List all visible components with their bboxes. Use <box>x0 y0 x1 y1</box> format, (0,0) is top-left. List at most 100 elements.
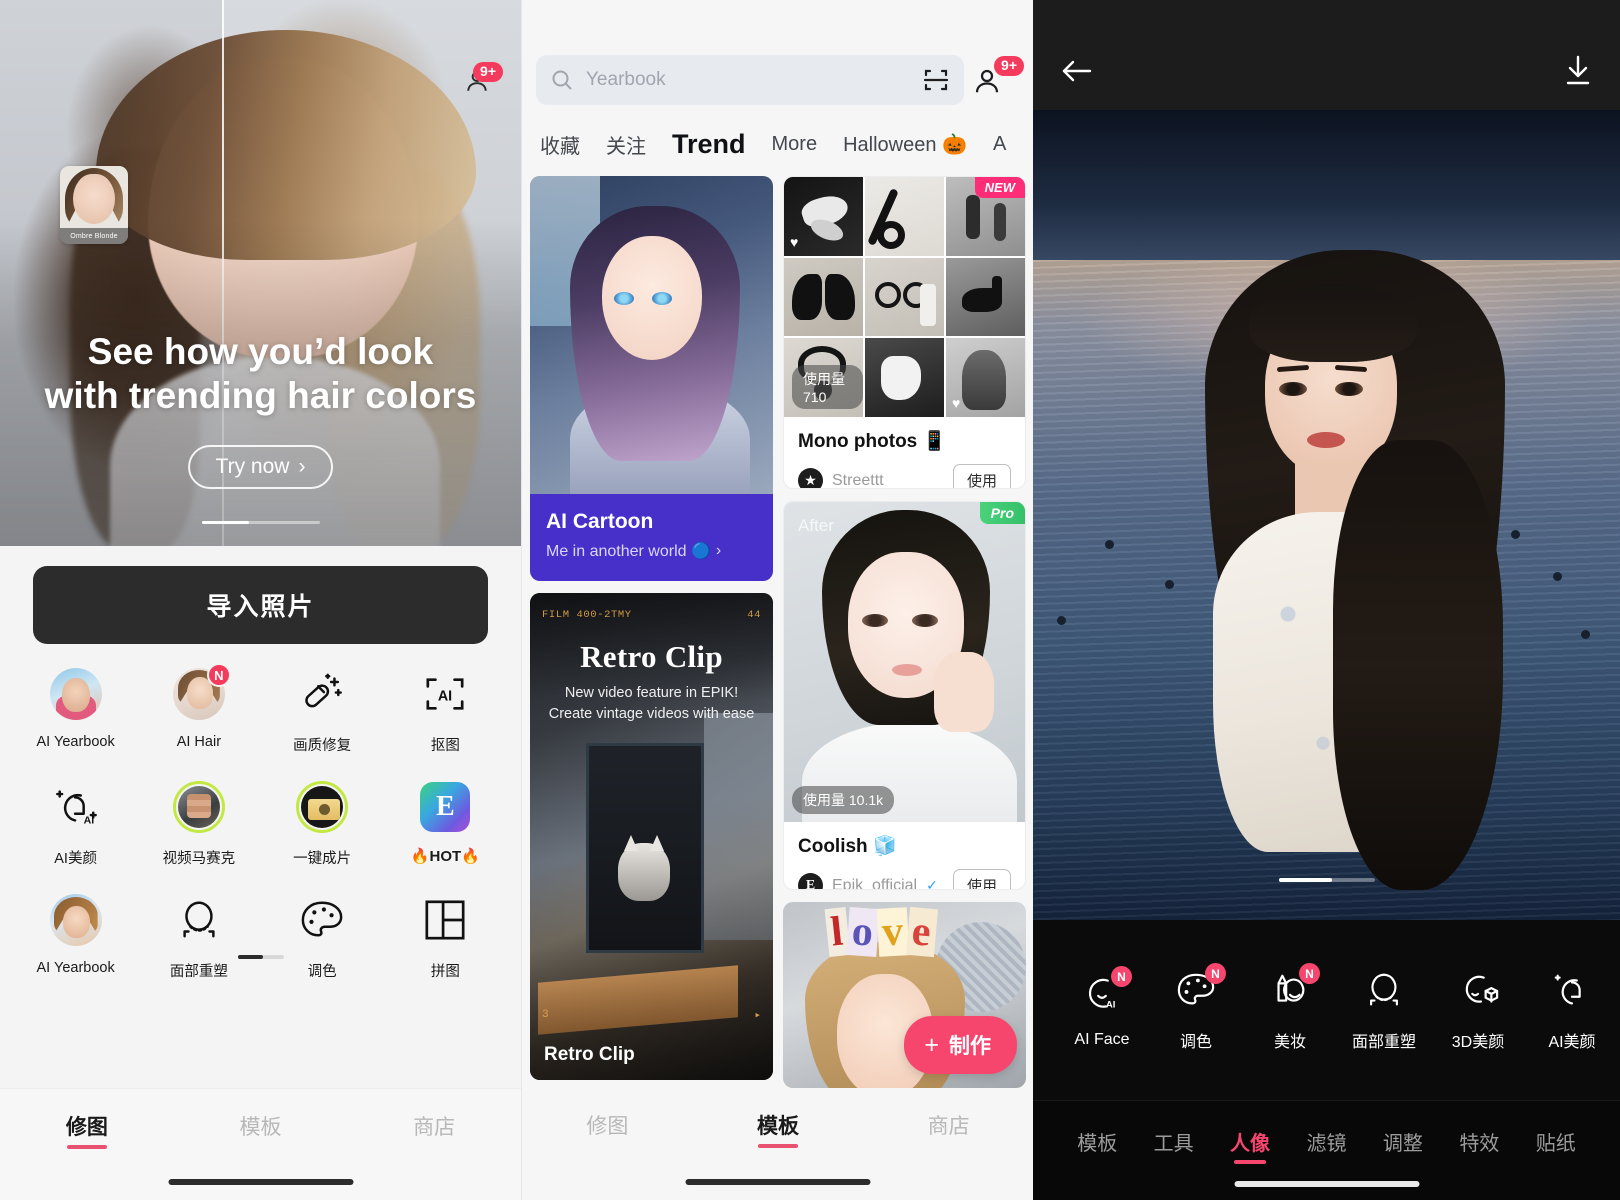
tool-color-grading[interactable]: 调色 <box>261 892 384 981</box>
tool-face-reshape[interactable]: 面部重塑 <box>137 892 260 981</box>
tool-label: AI美颜 <box>1548 1034 1596 1051</box>
card-coolish[interactable]: Pro After 使用量 10.1k Coolish 🧊 E Epik_off… <box>783 501 1026 890</box>
profile-button[interactable]: 9+ <box>968 56 1024 102</box>
use-template-button[interactable]: 使用 <box>952 464 1011 489</box>
tool-face-reshape[interactable]: 面部重塑 <box>1337 968 1431 1052</box>
search-input[interactable]: Yearbook <box>536 55 964 105</box>
tab-favorites[interactable]: 收藏 <box>540 130 580 159</box>
palette-icon <box>294 892 350 948</box>
try-now-label: Try now <box>215 455 290 478</box>
thumbnail-face <box>73 174 115 224</box>
tab-halloween[interactable]: Halloween 🎃 <box>843 132 967 157</box>
palette-icon: N <box>1173 963 1226 1014</box>
tab-label: 商店 <box>927 1115 970 1138</box>
hero-banner[interactable]: Ombre Blonde 9+ See how you’d look with … <box>0 0 521 546</box>
thumbnail-caption: Ombre Blonde <box>60 228 128 244</box>
download-icon[interactable] <box>1562 54 1594 88</box>
film-strip-labels: FILM 400-2TMY 44 <box>542 609 761 621</box>
editor-tool-strip[interactable]: AI N AI Face N 调色 N 美妆 面部重塑 3D美颜 AI美颜 <box>1033 920 1620 1100</box>
card-subtitle-text: Me in another world 🔵 <box>546 543 711 560</box>
tool-one-tap-video[interactable]: 一键成片 <box>261 779 384 868</box>
avatar-photo-icon <box>48 892 104 948</box>
create-template-button[interactable]: + 制作 <box>904 1016 1017 1074</box>
pro-badge: Pro <box>979 502 1025 525</box>
arrow-left-icon[interactable] <box>1059 56 1095 86</box>
tool-label: 面部重塑 <box>169 964 228 980</box>
tab-following[interactable]: 关注 <box>606 130 646 159</box>
tool-label: 一键成片 <box>293 851 352 867</box>
search-placeholder: Yearbook <box>586 69 666 90</box>
avatar-photo-icon <box>48 666 104 722</box>
bottom-tab-store[interactable]: 商店 <box>347 1111 521 1141</box>
card-meta: Mono photos 📱 ★ Streettt 使用 <box>784 417 1025 489</box>
import-photo-button[interactable]: 导入照片 <box>33 566 488 644</box>
bottom-tab-templates[interactable]: 模板 <box>174 1111 348 1141</box>
tab-trend[interactable]: Trend <box>672 129 746 160</box>
card-retro-clip[interactable]: FILM 400-2TMY 44 Retro Clip New video fe… <box>530 593 773 1080</box>
card-title: AI Cartoon <box>546 510 654 533</box>
card-ai-cartoon[interactable]: AI Cartoon Me in another world 🔵 › <box>530 176 773 581</box>
tab-adjust[interactable]: 调整 <box>1365 1127 1441 1156</box>
tool-makeup[interactable]: N 美妆 <box>1243 963 1337 1052</box>
tab-tools[interactable]: 工具 <box>1135 1127 1211 1156</box>
tool-label: 🔥HOT🔥 <box>410 848 480 865</box>
card-title: Mono photos 📱 <box>798 431 947 452</box>
bottom-tab-retouch[interactable]: 修图 <box>522 1110 693 1140</box>
hair-style-thumbnail[interactable]: Ombre Blonde <box>60 166 128 244</box>
chevron-right-icon: › <box>298 455 306 478</box>
bottom-tab-retouch[interactable]: 修图 <box>0 1111 174 1149</box>
category-tab-strip[interactable]: 收藏 关注 Trend More Halloween 🎃 A <box>522 120 1033 168</box>
bottom-tab-templates[interactable]: 模板 <box>693 1110 864 1148</box>
tab-label: 特效 <box>1459 1133 1500 1155</box>
home-indicator <box>685 1179 870 1185</box>
grid-cell: ♥ <box>784 177 863 256</box>
tool-color-grading[interactable]: N 调色 <box>1149 963 1243 1052</box>
tab-label: 修图 <box>586 1115 629 1138</box>
svg-text:AI: AI <box>83 814 94 826</box>
grid-cell <box>865 257 944 337</box>
hero-title-line1: See how you’d look <box>87 331 434 372</box>
use-template-button[interactable]: 使用 <box>952 869 1011 889</box>
card-mono-photos[interactable]: NEW ♥ 使用量 710 ♥ Mono photos 📱 ★ Streettt… <box>783 176 1026 490</box>
new-badge: N <box>206 663 231 687</box>
tab-templates[interactable]: 模板 <box>1059 1127 1135 1156</box>
bottom-tab-store[interactable]: 商店 <box>863 1110 1033 1140</box>
tool-ai-beauty[interactable]: AI AI美颜 <box>14 779 137 868</box>
tab-more[interactable]: More <box>772 133 818 156</box>
tools-page-indicator[interactable] <box>237 955 284 959</box>
tab-filters[interactable]: 滤镜 <box>1288 1127 1364 1156</box>
profile-badge: 9+ <box>994 56 1024 76</box>
tool-image-restore[interactable]: 画质修复 <box>261 666 384 755</box>
tool-ai-yearbook[interactable]: AI Yearbook <box>14 666 137 755</box>
tool-epik-hot[interactable]: E 🔥HOT🔥 <box>384 779 507 868</box>
tab-next[interactable]: A <box>993 133 1006 156</box>
tool-ai-beauty[interactable]: AI美颜 <box>1525 968 1619 1052</box>
try-now-button[interactable]: Try now › <box>187 445 334 489</box>
tab-portrait[interactable]: 人像 <box>1212 1127 1288 1164</box>
photo-subject <box>1183 250 1505 920</box>
tool-label: AI Face <box>1074 1031 1130 1048</box>
template-feed[interactable]: AI Cartoon Me in another world 🔵 › FILM … <box>522 176 1033 1088</box>
avatar: ★ <box>798 468 823 489</box>
home-indicator <box>168 1179 353 1185</box>
tool-video-mosaic[interactable]: 视频马赛克 <box>137 779 260 868</box>
tool-ai-yearbook-2[interactable]: AI Yearbook <box>14 892 137 981</box>
tool-cutout[interactable]: AI 抠图 <box>384 666 507 755</box>
tab-effects[interactable]: 特效 <box>1441 1127 1517 1156</box>
tool-label: 面部重塑 <box>1351 1034 1416 1051</box>
tool-ai-face[interactable]: AI N AI Face <box>1055 966 1149 1049</box>
tab-label: 工具 <box>1153 1133 1194 1155</box>
tool-collage[interactable]: 拼图 <box>384 892 507 981</box>
collage-icon <box>417 892 473 948</box>
notifications-button[interactable]: 9+ <box>461 62 503 100</box>
hero-carousel-indicator[interactable] <box>201 521 320 524</box>
tool-3d-beauty[interactable]: 3D美颜 <box>1431 968 1525 1052</box>
tab-stickers[interactable]: 贴纸 <box>1518 1127 1594 1156</box>
photo-canvas[interactable] <box>1033 110 1620 920</box>
ai-face-icon: AI N <box>1079 966 1132 1017</box>
photo-page-indicator[interactable] <box>1278 878 1375 882</box>
tool-label: AI Hair <box>176 734 222 750</box>
scan-code-icon[interactable] <box>922 66 950 94</box>
tool-ai-hair[interactable]: N AI Hair <box>137 663 260 755</box>
plus-icon: + <box>924 1030 939 1059</box>
